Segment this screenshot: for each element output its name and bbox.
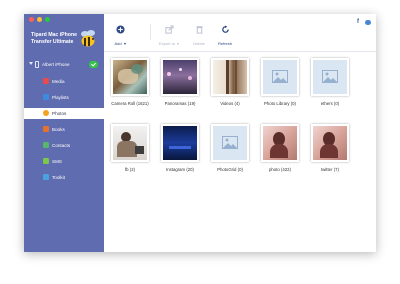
device-row[interactable]: Albert iPhone	[24, 60, 104, 70]
bee-logo-icon	[81, 30, 95, 47]
refresh-label: Refresh	[217, 41, 232, 46]
sidebar-item-label: Books	[52, 127, 65, 132]
image-placeholder-icon	[272, 70, 288, 83]
expand-caret-icon[interactable]	[29, 62, 33, 65]
sidebar-item-label: Media	[52, 79, 65, 84]
album-tile[interactable]: Instagram (20)	[158, 124, 202, 172]
album-thumbnail[interactable]	[311, 124, 349, 162]
sidebar-item-sms[interactable]: SMS	[24, 156, 104, 167]
minimize-window-button[interactable]	[37, 17, 42, 22]
album-thumbnail[interactable]	[211, 58, 249, 96]
album-tile[interactable]: Camera Roll (1621)	[108, 58, 152, 106]
toolkit-icon	[43, 174, 49, 180]
album-thumbnail[interactable]	[311, 58, 349, 96]
message-icon[interactable]	[365, 20, 371, 25]
export-icon	[164, 25, 174, 34]
album-label: photo (422)	[269, 167, 291, 172]
album-thumbnail[interactable]	[261, 124, 299, 162]
image-placeholder-icon	[222, 136, 238, 149]
book-icon	[43, 126, 49, 132]
refresh-button[interactable]: Refresh	[215, 21, 235, 46]
album-label: PhotoGrid (0)	[217, 167, 243, 172]
delete-label: Delete	[193, 41, 205, 46]
toolbar-divider	[150, 24, 151, 40]
window-controls	[29, 17, 50, 22]
sidebar-item-photos[interactable]: Photos	[24, 108, 104, 119]
music-icon	[43, 78, 49, 84]
toolbar: Add Export to Delete Refresh f	[104, 14, 376, 52]
album-label: Photo Library (0)	[263, 101, 296, 106]
trash-icon	[195, 26, 203, 34]
sidebar-item-books[interactable]: Books	[24, 124, 104, 135]
app-window: Tipard Mac iPhone Transfer Ultimate Albe…	[24, 14, 376, 252]
album-label: Camera Roll (1621)	[111, 101, 149, 106]
export-label: Export to	[158, 41, 175, 46]
add-label: Add	[114, 41, 122, 46]
album-thumbnail[interactable]	[161, 124, 199, 162]
album-tile[interactable]: Photo Library (0)	[258, 58, 302, 106]
sidebar-item-contacts[interactable]: Contacts	[24, 140, 104, 151]
album-label: ethers (0)	[320, 101, 340, 106]
playlist-icon	[43, 94, 49, 100]
sidebar-item-label: Photos	[52, 111, 67, 116]
chevron-down-icon[interactable]	[177, 42, 179, 45]
album-thumbnail[interactable]	[211, 124, 249, 162]
sms-icon	[43, 158, 49, 164]
sidebar-item-playlists[interactable]: Playlists	[24, 92, 104, 103]
app-name-line2: Transfer Ultimate	[31, 39, 74, 45]
album-thumbnail[interactable]	[111, 124, 149, 162]
sidebar-item-label: Playlists	[52, 95, 69, 100]
chevron-down-icon[interactable]	[123, 42, 126, 45]
sidebar-item-label: SMS	[52, 159, 62, 164]
image-placeholder-icon	[322, 70, 338, 83]
sidebar-item-label: Toolkit	[52, 175, 66, 180]
album-label: fb (2)	[124, 167, 136, 172]
album-tile[interactable]: fb (2)	[108, 124, 152, 172]
album-tile[interactable]: ethers (0)	[308, 58, 352, 106]
add-icon	[115, 25, 125, 34]
album-thumbnail[interactable]	[111, 58, 149, 96]
photos-icon	[43, 110, 49, 116]
album-tile[interactable]: Videos (4)	[208, 58, 252, 106]
sidebar-item-label: Contacts	[52, 143, 71, 148]
album-label: Panoramas (19)	[164, 101, 196, 106]
sidebar-item-toolkit[interactable]: Toolkit	[24, 172, 104, 183]
iphone-icon	[35, 61, 39, 68]
delete-button[interactable]: Delete	[190, 21, 208, 46]
album-thumbnail[interactable]	[261, 58, 299, 96]
close-window-button[interactable]	[29, 17, 34, 22]
sidebar: Tipard Mac iPhone Transfer Ultimate Albe…	[24, 14, 104, 252]
export-button[interactable]: Export to	[154, 21, 184, 46]
album-thumbnail[interactable]	[161, 58, 199, 96]
album-tile[interactable]: PhotoGrid (0)	[208, 124, 252, 172]
album-tile[interactable]: Panoramas (19)	[158, 58, 202, 106]
app-name-line1: Tipard Mac iPhone	[31, 32, 78, 38]
facebook-icon[interactable]: f	[355, 19, 361, 25]
app-name: Tipard Mac iPhone Transfer Ultimate	[31, 32, 79, 46]
connected-check-icon	[89, 61, 98, 68]
photo-album-grid: Camera Roll (1621) Panoramas (19) Videos…	[104, 52, 376, 252]
refresh-icon	[221, 25, 229, 33]
album-label: Videos (4)	[220, 101, 240, 106]
zoom-window-button[interactable]	[45, 17, 50, 22]
sidebar-item-media[interactable]: Media	[24, 76, 104, 87]
add-button[interactable]: Add	[110, 21, 130, 46]
album-tile[interactable]: twitter (7)	[308, 124, 352, 172]
album-tile[interactable]: photo (422)	[258, 124, 302, 172]
album-label: twitter (7)	[321, 167, 339, 172]
contacts-icon	[43, 142, 49, 148]
device-name: Albert iPhone	[42, 62, 70, 67]
album-label: Instagram (20)	[166, 167, 194, 172]
